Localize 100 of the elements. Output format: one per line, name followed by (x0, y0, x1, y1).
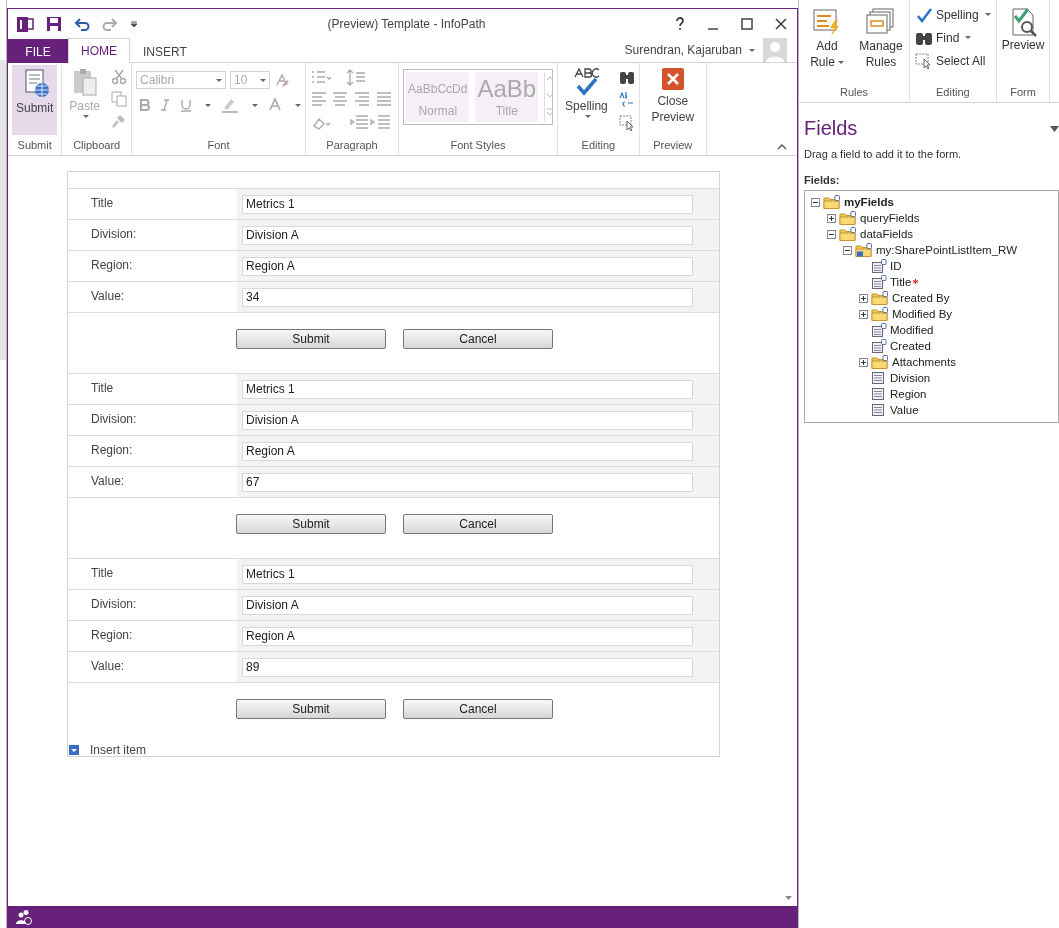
field-icon (871, 323, 887, 337)
help-icon[interactable] (675, 16, 685, 31)
spelling-button[interactable]: Spelling (913, 4, 993, 25)
field-label: Division: (91, 597, 137, 611)
spell-check-icon (571, 67, 602, 97)
ribbon-tab[interactable]: HOME (68, 38, 130, 63)
user-name[interactable]: Surendran, Kajaruban (624, 43, 742, 57)
field-label: Division: (91, 412, 137, 426)
close-icon[interactable] (775, 17, 787, 30)
folder-icon (871, 307, 889, 321)
select-icon[interactable] (618, 115, 635, 131)
preview-button[interactable]: Preview (999, 4, 1047, 86)
form-button[interactable]: Submit (236, 514, 386, 534)
text-field[interactable]: Region A (242, 626, 693, 646)
tree-item[interactable]: Title (890, 276, 919, 288)
fields-tree[interactable]: myFields queryFields dataFields my:SharePointListItem_RW ID Title Created By Modified By Modified Created Attachments Division Region Value (804, 190, 1059, 423)
manage-rules-button[interactable]: Manage Rules (856, 4, 906, 86)
group-label: Font Styles (449, 139, 507, 153)
select-all-button[interactable]: Select All (913, 50, 993, 71)
group-label: Editing (580, 139, 617, 153)
tree-item[interactable]: Modified By (892, 308, 953, 320)
text-field[interactable]: Division A (242, 410, 693, 430)
save-icon[interactable] (46, 15, 62, 32)
field-label: Region: (91, 628, 133, 642)
group-label: Submit (16, 139, 53, 153)
ribbon-tab[interactable]: INSERT (130, 39, 200, 63)
folder-icon (871, 355, 889, 369)
maximize-icon[interactable] (741, 17, 753, 30)
text-field[interactable]: 67 (242, 472, 693, 492)
tree-item[interactable]: queryFields (860, 212, 920, 224)
field-label: Region: (91, 258, 133, 272)
insert-item-link[interactable]: Insert item (90, 743, 146, 757)
field-label: Value: (91, 474, 125, 488)
customize-icon[interactable] (130, 19, 138, 28)
required-icon (913, 279, 919, 284)
expand-icon[interactable] (859, 357, 868, 367)
tree-item[interactable]: ID (890, 260, 902, 272)
caret-icon (252, 103, 259, 107)
text-field[interactable]: Region A (242, 256, 693, 276)
replace-icon[interactable] (618, 91, 635, 109)
collapse-ribbon-icon[interactable] (777, 143, 787, 151)
text-field[interactable]: Division A (242, 225, 693, 245)
caret-icon (984, 13, 991, 16)
form-button[interactable]: Cancel (403, 329, 553, 349)
insert-item-icon[interactable] (69, 745, 79, 755)
text-field[interactable]: 89 (242, 657, 693, 677)
form-button[interactable]: Cancel (403, 514, 553, 534)
tree-item[interactable]: Created By (892, 292, 950, 304)
tree-item[interactable]: Attachments (892, 356, 956, 368)
fields-label: Fields: (804, 174, 841, 186)
tree-item[interactable]: myFields (844, 196, 894, 208)
tree-item[interactable]: Created (890, 340, 931, 352)
undo-icon[interactable] (74, 15, 90, 32)
group-label: Font (206, 139, 231, 153)
add-rule-button[interactable]: Add Rule (802, 4, 852, 86)
tree-item[interactable]: dataFields (860, 228, 914, 240)
collapse-icon[interactable] (827, 229, 836, 239)
tree-item[interactable]: Modified (890, 324, 934, 336)
tree-item[interactable]: Value (890, 404, 919, 416)
spelling-button[interactable]: Spelling (562, 65, 611, 135)
field-label: Title (91, 381, 114, 395)
text-field[interactable]: 34 (242, 287, 693, 307)
check-icon (915, 6, 933, 23)
expand-icon[interactable] (859, 293, 868, 303)
field-icon (871, 275, 887, 289)
tree-item[interactable]: Division (890, 372, 931, 384)
text-field[interactable]: Metrics 1 (242, 564, 693, 584)
text-field[interactable]: Metrics 1 (242, 194, 693, 214)
find-icon[interactable] (618, 69, 635, 85)
group-label: Paragraph (325, 139, 379, 153)
text-field[interactable]: Region A (242, 441, 693, 461)
people-icon[interactable] (16, 909, 32, 925)
folder-icon (823, 195, 841, 209)
pane-menu-icon[interactable] (1050, 125, 1059, 132)
group-label: Form (1009, 86, 1037, 100)
collapse-icon[interactable] (811, 197, 820, 207)
expand-icon[interactable] (859, 309, 868, 319)
folder-icon (871, 291, 889, 305)
window-title: (Preview) Template - InfoPath (326, 16, 487, 31)
text-field[interactable]: Metrics 1 (242, 379, 693, 399)
collapse-icon[interactable] (843, 245, 852, 255)
text-field[interactable]: Division A (242, 595, 693, 615)
expand-icon[interactable] (827, 213, 836, 223)
caret-icon (216, 78, 223, 82)
caret-icon (260, 78, 267, 82)
caret-icon (584, 115, 591, 118)
file-tab[interactable]: FILE (8, 39, 68, 63)
form-button[interactable]: Submit (236, 329, 386, 349)
field-icon (871, 259, 887, 273)
close-preview-button[interactable]: Close Preview (643, 65, 702, 135)
field-icon (871, 387, 887, 401)
field-label: Title (91, 196, 114, 210)
tree-item[interactable]: Region (890, 388, 927, 400)
form-button[interactable]: Cancel (403, 699, 553, 719)
form-button[interactable]: Submit (236, 699, 386, 719)
find-button[interactable]: Find (913, 27, 993, 48)
caret-icon (749, 48, 755, 52)
submit-button[interactable]: Submit (12, 65, 58, 135)
tree-item[interactable]: my:SharePointListItem_RW (876, 244, 1018, 256)
field-icon (871, 371, 887, 385)
